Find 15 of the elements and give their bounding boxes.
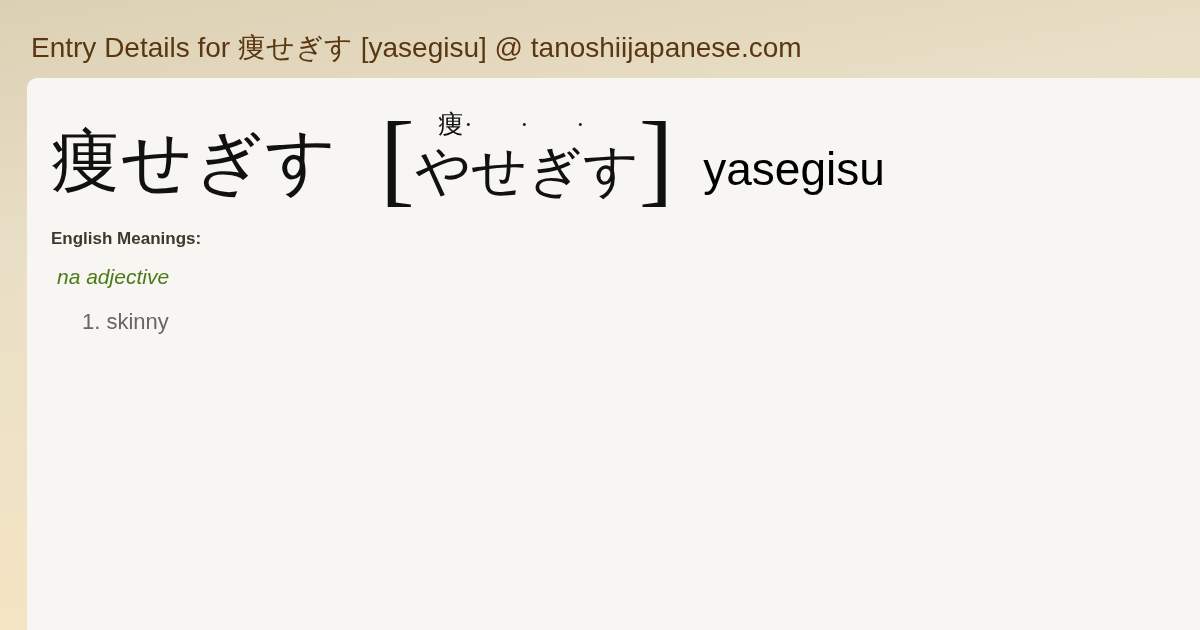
reading-kana: す bbox=[582, 140, 639, 202]
bracket: ] bbox=[638, 106, 674, 210]
meanings-heading: English Meanings: bbox=[51, 228, 203, 250]
furigana: · bbox=[519, 110, 529, 140]
reading-kana: や bbox=[414, 140, 471, 202]
reading-kana: せ bbox=[470, 140, 527, 202]
part-of-speech: na adjective bbox=[57, 264, 171, 290]
meaning: 1. skinny bbox=[82, 308, 170, 336]
bracket: [ bbox=[380, 106, 415, 210]
romaji: yasegisu bbox=[703, 142, 885, 197]
headword: 痩せぎす bbox=[51, 122, 337, 202]
furigana: · bbox=[575, 110, 585, 140]
reading-kana: ぎ bbox=[526, 140, 583, 202]
page-title: Entry Details for 痩せぎす [yasegisu] @ tanoshiijapanese.com bbox=[31, 31, 802, 65]
furigana: 痩· bbox=[437, 110, 473, 140]
